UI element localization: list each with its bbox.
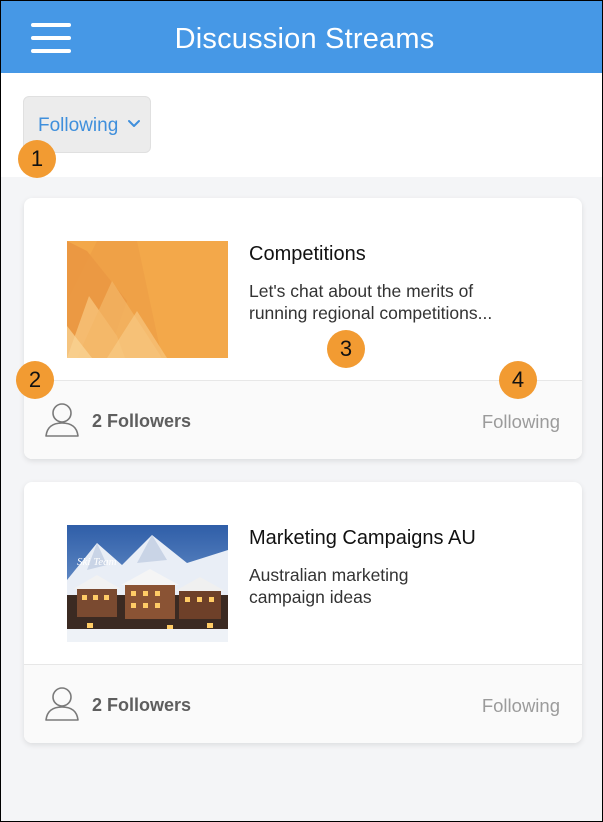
filter-bar: Following	[1, 73, 602, 177]
orange-abstract-mountains-image	[67, 241, 228, 358]
stream-description: Australian marketing campaign ideas	[249, 564, 539, 608]
annotation-badge: 1	[18, 140, 56, 178]
page-title: Discussion Streams	[174, 23, 435, 55]
annotation-badge: 3	[327, 330, 365, 368]
chevron-down-icon	[128, 120, 140, 127]
description-line: Let's chat about the merits of	[249, 281, 474, 301]
annotation-badge: 4	[499, 361, 537, 399]
user-icon	[45, 687, 79, 721]
stream-card[interactable]: Ski Team Marketing Campaigns AU Australi…	[24, 482, 582, 743]
description-line: Australian marketing	[249, 565, 409, 585]
stream-description: Let's chat about the merits of running r…	[249, 280, 539, 324]
following-toggle[interactable]: Following	[482, 411, 560, 433]
stream-title: Competitions	[249, 243, 366, 265]
description-line: campaign ideas	[249, 587, 372, 607]
filter-label: Following	[38, 115, 119, 136]
card-footer: 2 Followers Following	[24, 381, 582, 459]
followers-count: 2 Followers	[92, 411, 192, 431]
ski-resort-village-image: Ski Team	[67, 525, 228, 642]
app-frame: Discussion Streams Following Competition…	[0, 0, 603, 822]
following-toggle[interactable]: Following	[482, 695, 560, 717]
user-icon	[45, 403, 79, 437]
app-header: Discussion Streams	[1, 1, 602, 73]
followers-count: 2 Followers	[92, 695, 192, 715]
card-footer: 2 Followers Following	[24, 665, 582, 743]
description-line: running regional competitions...	[249, 303, 493, 323]
stream-title: Marketing Campaigns AU	[249, 527, 476, 549]
stream-card[interactable]: Competitions Let's chat about the merits…	[24, 198, 582, 459]
annotation-badge: 2	[16, 361, 54, 399]
ski-team-logo-text: Ski Team	[77, 556, 117, 568]
